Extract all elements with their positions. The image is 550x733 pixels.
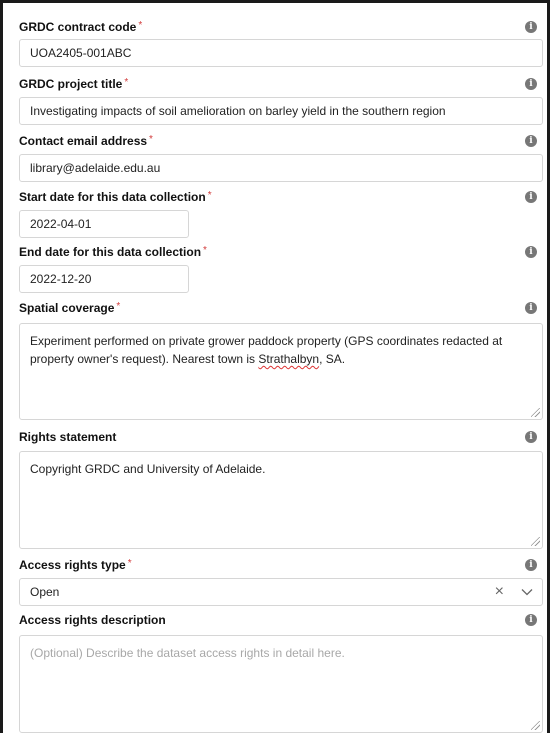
contract-code-input[interactable]: UOA2405-001ABC bbox=[19, 39, 543, 67]
spatial-coverage-textarea[interactable]: Experiment performed on private grower p… bbox=[19, 323, 543, 420]
access-rights-description-textarea[interactable]: (Optional) Describe the dataset access r… bbox=[19, 635, 543, 733]
form-container: GRDC contract code * i UOA2405-001ABC GRD… bbox=[0, 0, 550, 733]
resize-handle-icon[interactable] bbox=[531, 408, 540, 417]
info-icon[interactable]: i bbox=[525, 78, 537, 90]
access-rights-description-label: Access rights description bbox=[19, 613, 166, 627]
required-asterisk: * bbox=[203, 245, 207, 256]
required-asterisk: * bbox=[149, 134, 153, 145]
rights-statement-label: Rights statement bbox=[19, 430, 117, 444]
required-asterisk: * bbox=[138, 20, 143, 31]
clear-icon[interactable]: × bbox=[495, 583, 504, 601]
contract-code-label: GRDC contract code * bbox=[19, 20, 143, 34]
info-icon[interactable]: i bbox=[525, 21, 537, 33]
info-icon[interactable]: i bbox=[525, 559, 537, 571]
info-icon[interactable]: i bbox=[525, 246, 537, 258]
resize-handle-icon[interactable] bbox=[531, 537, 540, 546]
required-asterisk: * bbox=[127, 558, 132, 569]
rights-statement-text: Copyright GRDC and University of Adelaid… bbox=[30, 462, 266, 476]
access-rights-type-label: Access rights type * bbox=[19, 558, 132, 572]
project-title-input[interactable]: Investigating impacts of soil ameliorati… bbox=[19, 97, 543, 125]
required-asterisk: * bbox=[124, 77, 129, 88]
info-icon[interactable]: i bbox=[525, 302, 537, 314]
misspelled-word: Strathalbyn bbox=[258, 352, 320, 366]
resize-handle-icon[interactable] bbox=[531, 721, 540, 730]
start-date-label: Start date for this data collection * bbox=[19, 190, 212, 204]
end-date-label: End date for this data collection * bbox=[19, 245, 207, 259]
spatial-coverage-text-end: , SA. bbox=[319, 352, 346, 366]
access-rights-type-select[interactable]: Open × bbox=[19, 578, 543, 606]
start-date-input[interactable]: 2022-04-01 bbox=[19, 210, 189, 238]
info-icon[interactable]: i bbox=[525, 614, 537, 626]
spatial-coverage-label: Spatial coverage * bbox=[19, 301, 121, 315]
rights-statement-textarea[interactable]: Copyright GRDC and University of Adelaid… bbox=[19, 451, 543, 549]
chevron-down-icon[interactable] bbox=[520, 585, 534, 599]
project-title-label: GRDC project title * bbox=[19, 77, 129, 91]
contact-email-input[interactable]: library@adelaide.edu.au bbox=[19, 154, 543, 182]
access-rights-description-placeholder: (Optional) Describe the dataset access r… bbox=[30, 646, 345, 660]
info-icon[interactable]: i bbox=[525, 191, 537, 203]
required-asterisk: * bbox=[207, 190, 212, 201]
contact-email-label: Contact email address * bbox=[19, 134, 153, 148]
info-icon[interactable]: i bbox=[525, 135, 537, 147]
access-rights-type-value: Open bbox=[30, 585, 60, 599]
info-icon[interactable]: i bbox=[525, 431, 537, 443]
required-asterisk: * bbox=[116, 301, 121, 312]
end-date-input[interactable]: 2022-12-20 bbox=[19, 265, 189, 293]
